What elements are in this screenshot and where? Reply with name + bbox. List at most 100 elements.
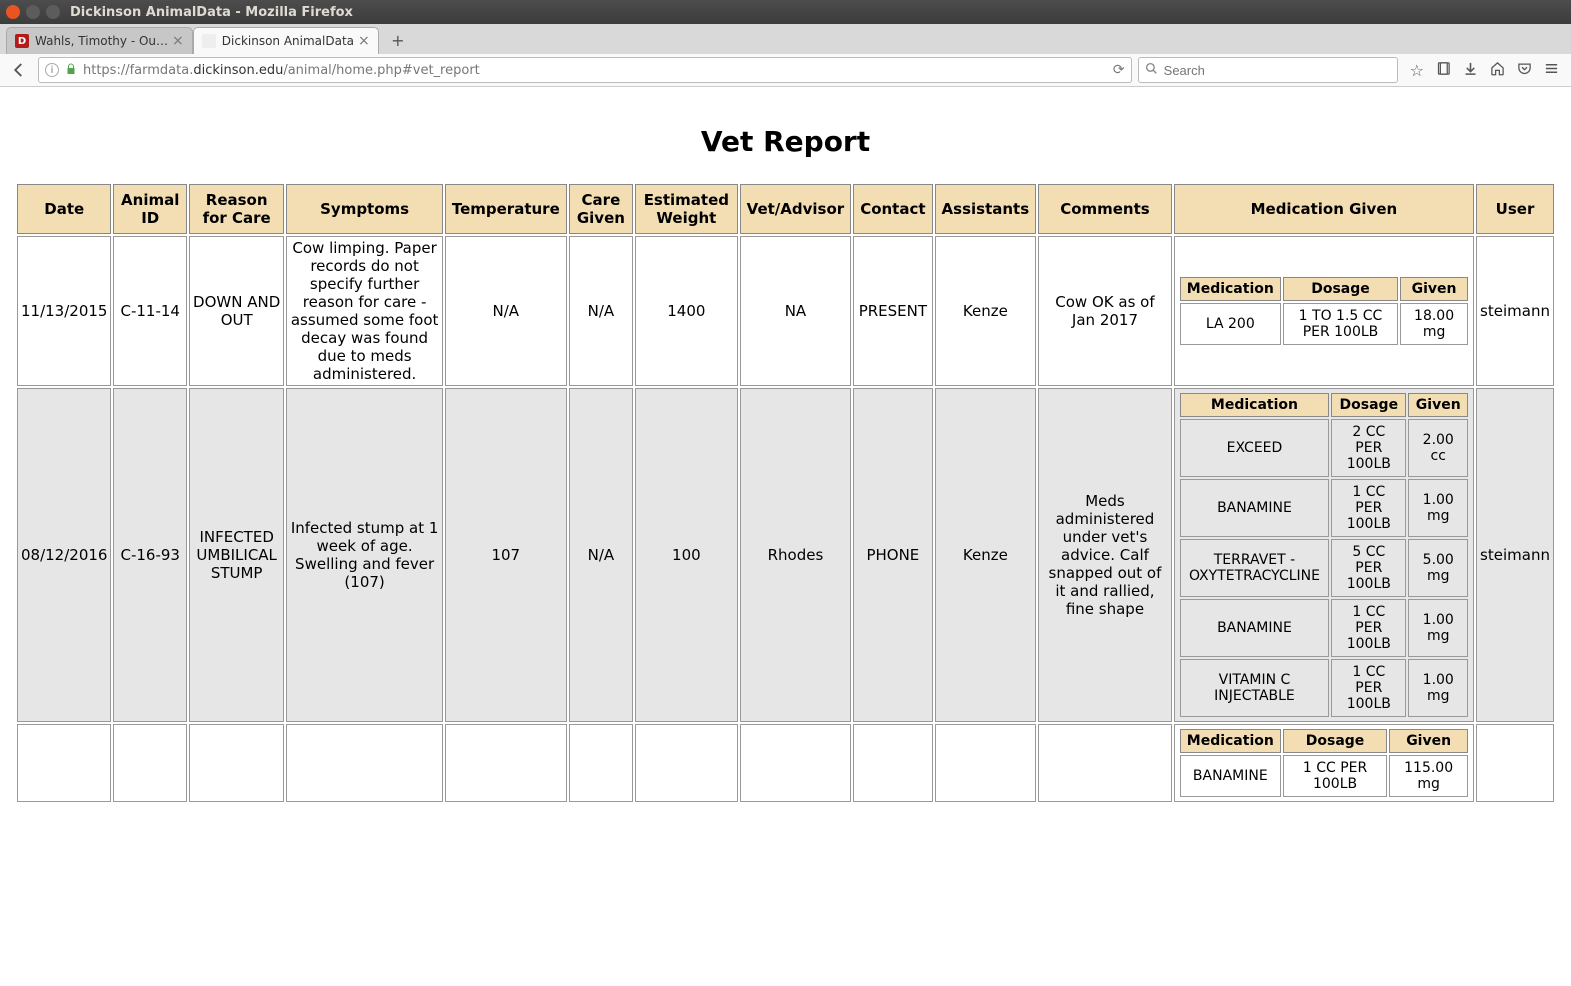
column-header: Reason for Care bbox=[189, 184, 284, 234]
cell bbox=[286, 724, 442, 802]
cell: 107 bbox=[445, 388, 567, 722]
med-cell: 18.00 mg bbox=[1400, 303, 1468, 345]
cell: Infected stump at 1 week of age. Swellin… bbox=[286, 388, 442, 722]
cell: Kenze bbox=[935, 236, 1037, 386]
column-header: User bbox=[1476, 184, 1554, 234]
column-header: Assistants bbox=[935, 184, 1037, 234]
hamburger-menu-icon[interactable] bbox=[1544, 61, 1559, 80]
favicon bbox=[202, 34, 216, 48]
cell: PHONE bbox=[853, 388, 932, 722]
cell: Cow OK as of Jan 2017 bbox=[1038, 236, 1172, 386]
cell bbox=[189, 724, 284, 802]
column-header: Animal ID bbox=[113, 184, 187, 234]
med-cell: 1 CC PER 100LB bbox=[1331, 599, 1406, 657]
med-column-header: Medication bbox=[1180, 277, 1281, 301]
medication-table: MedicationDosageGivenEXCEED2 CC PER 100L… bbox=[1178, 391, 1470, 719]
page-viewport[interactable]: Vet Report DateAnimal IDReason for CareS… bbox=[0, 87, 1571, 986]
tab-close-icon[interactable]: × bbox=[358, 33, 370, 49]
cell: Rhodes bbox=[740, 388, 852, 722]
med-cell: BANAMINE bbox=[1180, 755, 1281, 797]
med-cell: 115.00 mg bbox=[1389, 755, 1468, 797]
cell: NA bbox=[740, 236, 852, 386]
column-header: Symptoms bbox=[286, 184, 442, 234]
cell: Meds administered under vet's advice. Ca… bbox=[1038, 388, 1172, 722]
url-text: https://farmdata.dickinson.edu/animal/ho… bbox=[83, 63, 1107, 78]
bookmark-star-icon[interactable]: ☆ bbox=[1410, 61, 1424, 80]
med-cell: 1 CC PER 100LB bbox=[1283, 755, 1387, 797]
med-cell: 5.00 mg bbox=[1408, 539, 1468, 597]
browser-nav-bar: i https://farmdata.dickinson.edu/animal/… bbox=[0, 54, 1571, 87]
cell: Kenze bbox=[935, 388, 1037, 722]
column-header: Vet/Advisor bbox=[740, 184, 852, 234]
vet-report-table: DateAnimal IDReason for CareSymptomsTemp… bbox=[15, 182, 1556, 804]
cell: C-11-14 bbox=[113, 236, 187, 386]
cell bbox=[1038, 724, 1172, 802]
reload-icon[interactable]: ⟳ bbox=[1113, 62, 1125, 78]
browser-tab-active[interactable]: Dickinson AnimalData × bbox=[193, 27, 379, 54]
med-column-header: Given bbox=[1389, 729, 1468, 753]
med-cell: 2 CC PER 100LB bbox=[1331, 419, 1406, 477]
search-input[interactable] bbox=[1164, 63, 1391, 78]
window-maximize-button[interactable] bbox=[46, 5, 60, 19]
tab-close-icon[interactable]: × bbox=[172, 33, 184, 49]
window-minimize-button[interactable] bbox=[26, 5, 40, 19]
cell bbox=[1476, 724, 1554, 802]
med-column-header: Medication bbox=[1180, 393, 1329, 417]
cell: steimann bbox=[1476, 388, 1554, 722]
url-bar[interactable]: i https://farmdata.dickinson.edu/animal/… bbox=[38, 57, 1132, 83]
med-cell: 1 CC PER 100LB bbox=[1331, 659, 1406, 717]
cell: DOWN AND OUT bbox=[189, 236, 284, 386]
cell: PRESENT bbox=[853, 236, 932, 386]
cell: C-16-93 bbox=[113, 388, 187, 722]
medication-cell: MedicationDosageGivenLA 2001 TO 1.5 CC P… bbox=[1174, 236, 1474, 386]
window-title: Dickinson AnimalData - Mozilla Firefox bbox=[70, 5, 353, 20]
cell: 08/12/2016 bbox=[17, 388, 111, 722]
library-icon[interactable] bbox=[1436, 61, 1451, 80]
arrow-left-icon bbox=[10, 61, 28, 79]
info-icon[interactable]: i bbox=[45, 63, 59, 77]
page-title: Vet Report bbox=[15, 125, 1556, 158]
med-column-header: Dosage bbox=[1331, 393, 1406, 417]
tab-title: Wahls, Timothy - Ou… bbox=[35, 34, 168, 48]
pocket-icon[interactable] bbox=[1517, 61, 1532, 80]
column-header: Contact bbox=[853, 184, 932, 234]
med-column-header: Medication bbox=[1180, 729, 1281, 753]
new-tab-button[interactable]: + bbox=[385, 29, 411, 51]
cell bbox=[17, 724, 111, 802]
browser-tab-strip: D Wahls, Timothy - Ou… × Dickinson Anima… bbox=[0, 24, 1571, 54]
back-button[interactable] bbox=[6, 57, 32, 83]
cell: Cow limping. Paper records do not specif… bbox=[286, 236, 442, 386]
tab-title: Dickinson AnimalData bbox=[222, 34, 354, 48]
favicon: D bbox=[15, 34, 29, 48]
med-cell: LA 200 bbox=[1180, 303, 1281, 345]
med-cell: 1.00 mg bbox=[1408, 599, 1468, 657]
cell: INFECTED UMBILICAL STUMP bbox=[189, 388, 284, 722]
column-header: Comments bbox=[1038, 184, 1172, 234]
search-bar[interactable] bbox=[1138, 57, 1398, 83]
column-header: Temperature bbox=[445, 184, 567, 234]
table-row: 11/13/2015C-11-14DOWN AND OUTCow limping… bbox=[17, 236, 1554, 386]
med-cell: TERRAVET - OXYTETRACYCLINE bbox=[1180, 539, 1329, 597]
lock-icon bbox=[65, 63, 77, 78]
cell bbox=[740, 724, 852, 802]
home-icon[interactable] bbox=[1490, 61, 1505, 80]
cell bbox=[445, 724, 567, 802]
med-cell: 1.00 mg bbox=[1408, 659, 1468, 717]
browser-tab[interactable]: D Wahls, Timothy - Ou… × bbox=[6, 27, 193, 54]
med-cell: 5 CC PER 100LB bbox=[1331, 539, 1406, 597]
medication-table: MedicationDosageGivenLA 2001 TO 1.5 CC P… bbox=[1178, 275, 1470, 347]
med-column-header: Given bbox=[1408, 393, 1468, 417]
downloads-icon[interactable] bbox=[1463, 61, 1478, 80]
med-cell: 1 CC PER 100LB bbox=[1331, 479, 1406, 537]
med-cell: BANAMINE bbox=[1180, 599, 1329, 657]
window-close-button[interactable] bbox=[6, 5, 20, 19]
column-header: Care Given bbox=[569, 184, 633, 234]
med-cell: 2.00 cc bbox=[1408, 419, 1468, 477]
cell: steimann bbox=[1476, 236, 1554, 386]
table-row: MedicationDosageGivenBANAMINE1 CC PER 10… bbox=[17, 724, 1554, 802]
med-cell: 1.00 mg bbox=[1408, 479, 1468, 537]
search-icon bbox=[1145, 62, 1158, 79]
medication-table: MedicationDosageGivenBANAMINE1 CC PER 10… bbox=[1178, 727, 1470, 799]
medication-cell: MedicationDosageGivenEXCEED2 CC PER 100L… bbox=[1174, 388, 1474, 722]
med-cell: 1 TO 1.5 CC PER 100LB bbox=[1283, 303, 1398, 345]
